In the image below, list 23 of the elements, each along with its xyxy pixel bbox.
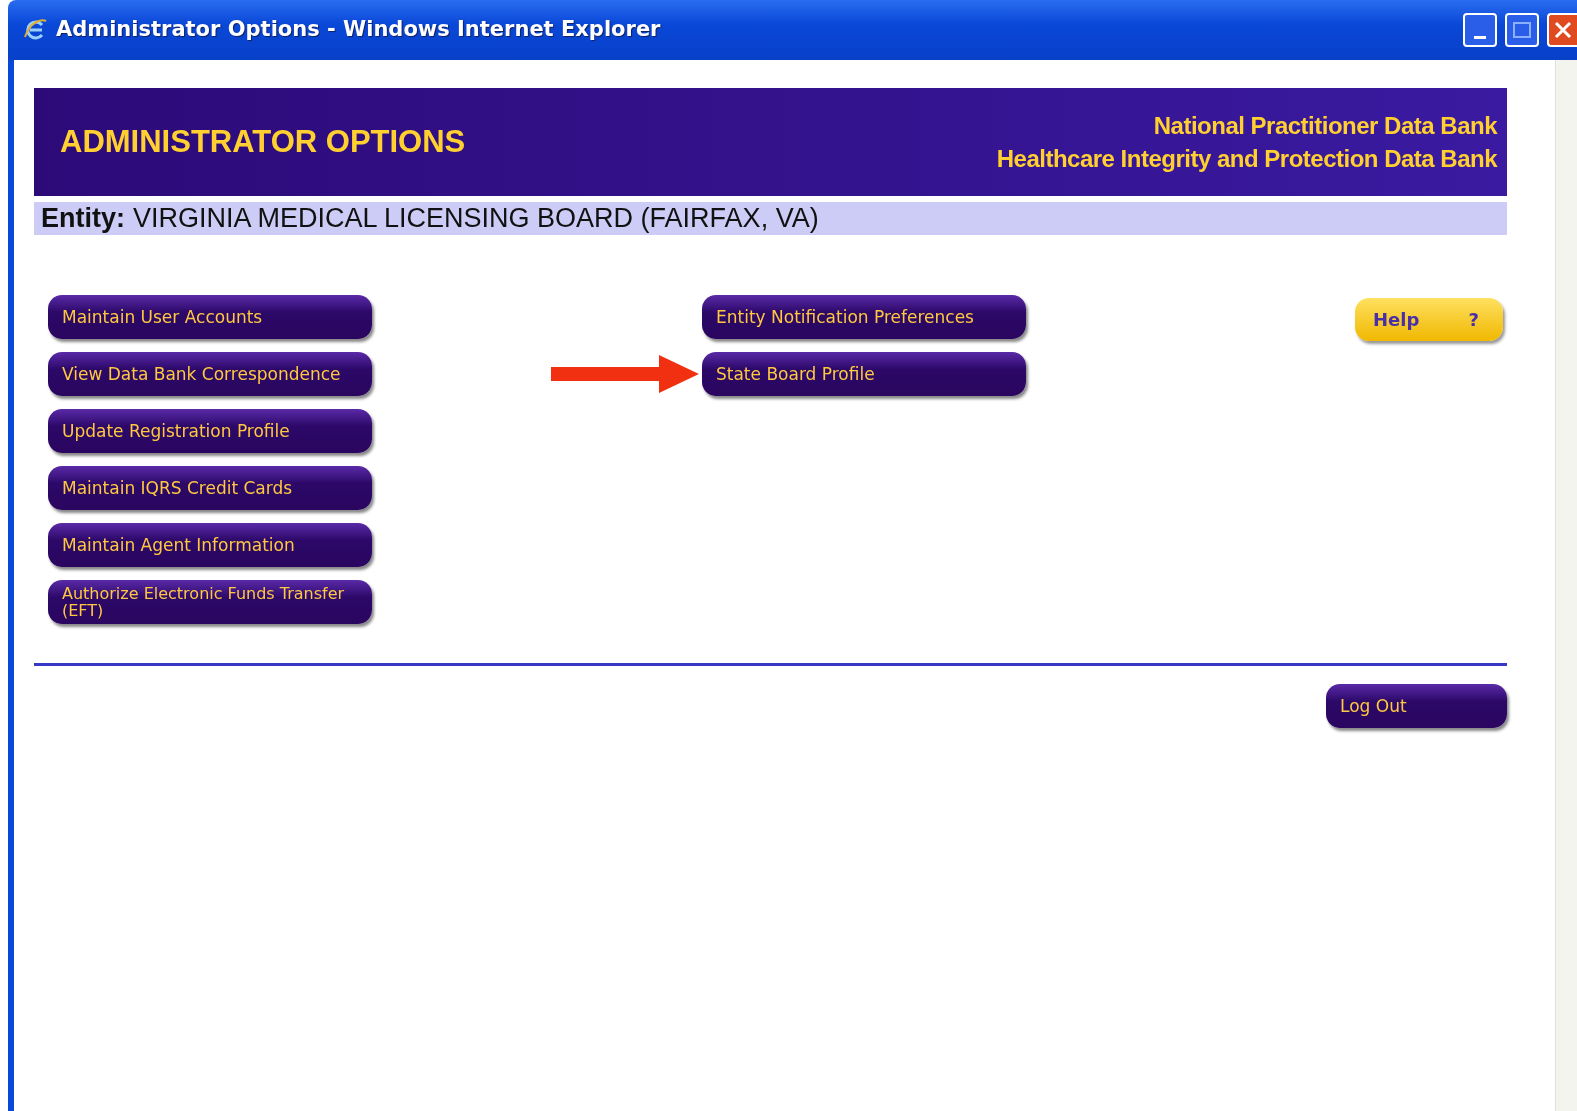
- minimize-button[interactable]: [1463, 13, 1497, 47]
- menu-button[interactable]: Update Registration Profile: [48, 409, 372, 453]
- log-out-button[interactable]: Log Out: [1326, 684, 1507, 728]
- menu-button[interactable]: View Data Bank Correspondence: [48, 352, 372, 396]
- entity-name: VIRGINIA MEDICAL LICENSING BOARD (FAIRFAX, VA): [133, 202, 819, 235]
- menu-button[interactable]: Maintain IQRS Credit Cards: [48, 466, 372, 510]
- maximize-button[interactable]: [1505, 13, 1539, 47]
- organization-name: National Practitioner Data Bank: [1152, 111, 1497, 141]
- minimize-icon: [1474, 35, 1486, 39]
- menu-button[interactable]: Authorize Electronic Funds Transfer (EFT): [48, 580, 372, 624]
- menu-button[interactable]: State Board Profile: [702, 352, 1026, 396]
- menu-button[interactable]: Maintain User Accounts: [48, 295, 372, 339]
- close-icon: [1553, 20, 1573, 40]
- close-button[interactable]: [1547, 13, 1577, 47]
- organization-name: Healthcare Integrity and Protection Data Bank: [996, 144, 1497, 174]
- menu-button[interactable]: Entity Notification Preferences: [702, 295, 1026, 339]
- window-title: Administrator Options - Windows Internet Explorer: [56, 16, 662, 44]
- menu-button[interactable]: Maintain Agent Information: [48, 523, 372, 567]
- maximize-icon: [1513, 22, 1531, 38]
- scrollbar[interactable]: [1555, 60, 1577, 1111]
- entity-label: Entity:: [41, 202, 125, 235]
- help-button[interactable]: Help ?: [1355, 298, 1503, 341]
- page-title: ADMINISTRATOR OPTIONS: [60, 122, 466, 161]
